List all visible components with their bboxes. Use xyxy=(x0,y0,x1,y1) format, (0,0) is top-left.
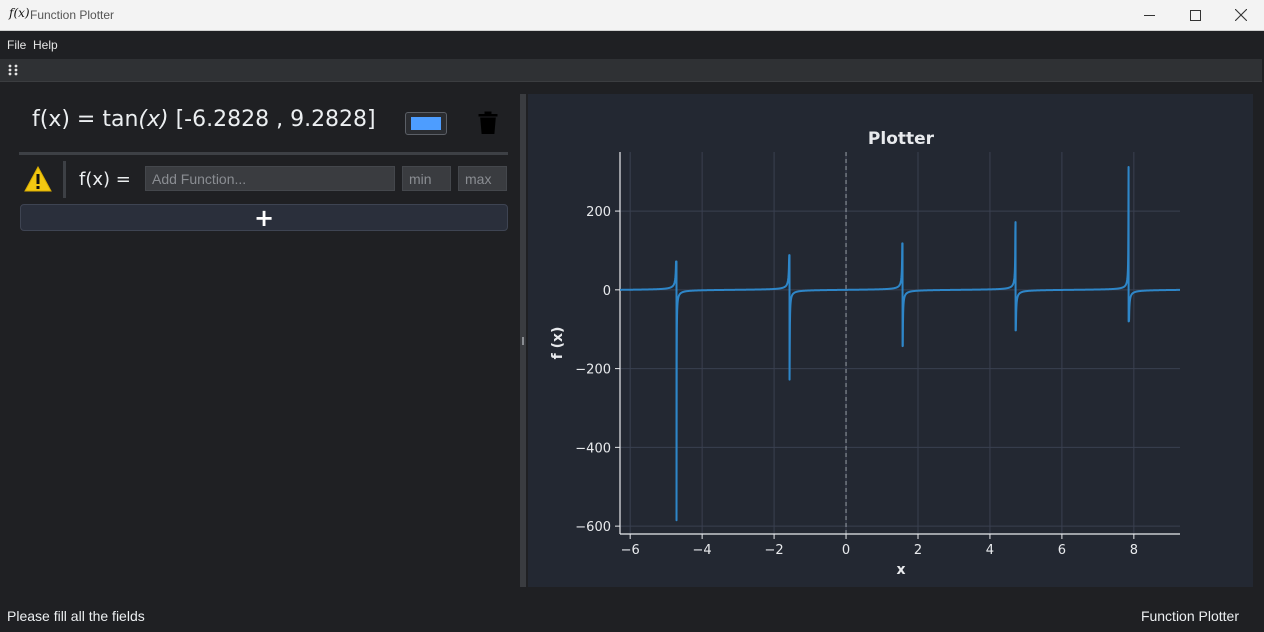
minimize-icon xyxy=(1143,14,1155,16)
y-tick-label: 0 xyxy=(603,284,611,299)
warning-icon xyxy=(24,166,52,192)
function-title-range: [-6.2828 , 9.2828] xyxy=(175,107,376,132)
y-axis-label: f (x) xyxy=(550,327,566,360)
close-icon xyxy=(1235,9,1247,21)
menu-bar: File Help xyxy=(0,31,1264,58)
function-input[interactable] xyxy=(145,166,395,191)
y-tick-label: 200 xyxy=(586,205,611,220)
x-tick-label: −6 xyxy=(621,543,640,558)
function-input-label: f(x) = xyxy=(79,169,131,190)
app-window: f(x) Function Plotter File Help f(x) = t… xyxy=(0,0,1264,632)
x-tick-label: 0 xyxy=(842,543,850,558)
function-color-button[interactable] xyxy=(405,112,447,135)
x-axis-label: x xyxy=(896,562,905,578)
input-row-separator xyxy=(63,161,66,198)
functions-panel: f(x) = tan(x) [-6.2828 , 9.2828] f(x) = … xyxy=(0,83,518,593)
status-bar: Please fill all the fields Function Plot… xyxy=(0,598,1264,632)
min-input[interactable] xyxy=(402,166,451,191)
plot-area: −6 −4 −2 0 2 4 6 8 200 0 −200 −400 −600 Plotter x f (x) xyxy=(528,94,1253,587)
x-tick-label: −2 xyxy=(764,543,783,558)
toolbar xyxy=(0,59,1262,82)
close-button[interactable] xyxy=(1218,0,1264,30)
x-tick-label: 8 xyxy=(1130,543,1138,558)
add-function-button[interactable]: + xyxy=(20,204,508,231)
color-swatch xyxy=(411,117,441,130)
app-function-icon: f(x) xyxy=(9,6,30,20)
maximize-button[interactable] xyxy=(1172,0,1218,30)
menu-file[interactable]: File xyxy=(7,38,26,52)
status-message: Please fill all the fields xyxy=(7,608,145,624)
title-bar: f(x) Function Plotter xyxy=(0,0,1264,31)
add-icon: + xyxy=(253,203,275,232)
y-tick-label: −200 xyxy=(575,363,611,378)
y-tick-label: −600 xyxy=(575,520,611,535)
menu-help[interactable]: Help xyxy=(33,38,58,52)
toolbar-grip-icon[interactable] xyxy=(8,64,18,76)
plot-canvas: −6 −4 −2 0 2 4 6 8 200 0 −200 −400 −600 Plotter x f (x) xyxy=(550,129,1181,578)
x-tick-label: 6 xyxy=(1058,543,1066,558)
delete-function-icon[interactable] xyxy=(478,111,498,135)
x-tick-label: 2 xyxy=(914,543,922,558)
panel-splitter[interactable] xyxy=(520,94,526,587)
minimize-button[interactable] xyxy=(1126,0,1172,30)
maximize-icon xyxy=(1189,9,1201,21)
x-tick-label: −4 xyxy=(693,543,712,558)
function-divider xyxy=(19,152,508,155)
status-app-name: Function Plotter xyxy=(1140,608,1239,624)
function-title: f(x) = tan(x) [-6.2828 , 9.2828] xyxy=(32,107,376,132)
window-title: Function Plotter xyxy=(30,8,115,22)
function-title-prefix: f(x) = tan xyxy=(32,107,139,132)
y-tick-label: −400 xyxy=(575,441,611,456)
max-input[interactable] xyxy=(458,166,507,191)
splitter-handle xyxy=(522,337,524,345)
function-title-variable: (x) xyxy=(138,107,169,132)
x-tick-label: 4 xyxy=(986,543,994,558)
chart-title: Plotter xyxy=(868,129,935,149)
tan-series-line xyxy=(619,165,1181,522)
